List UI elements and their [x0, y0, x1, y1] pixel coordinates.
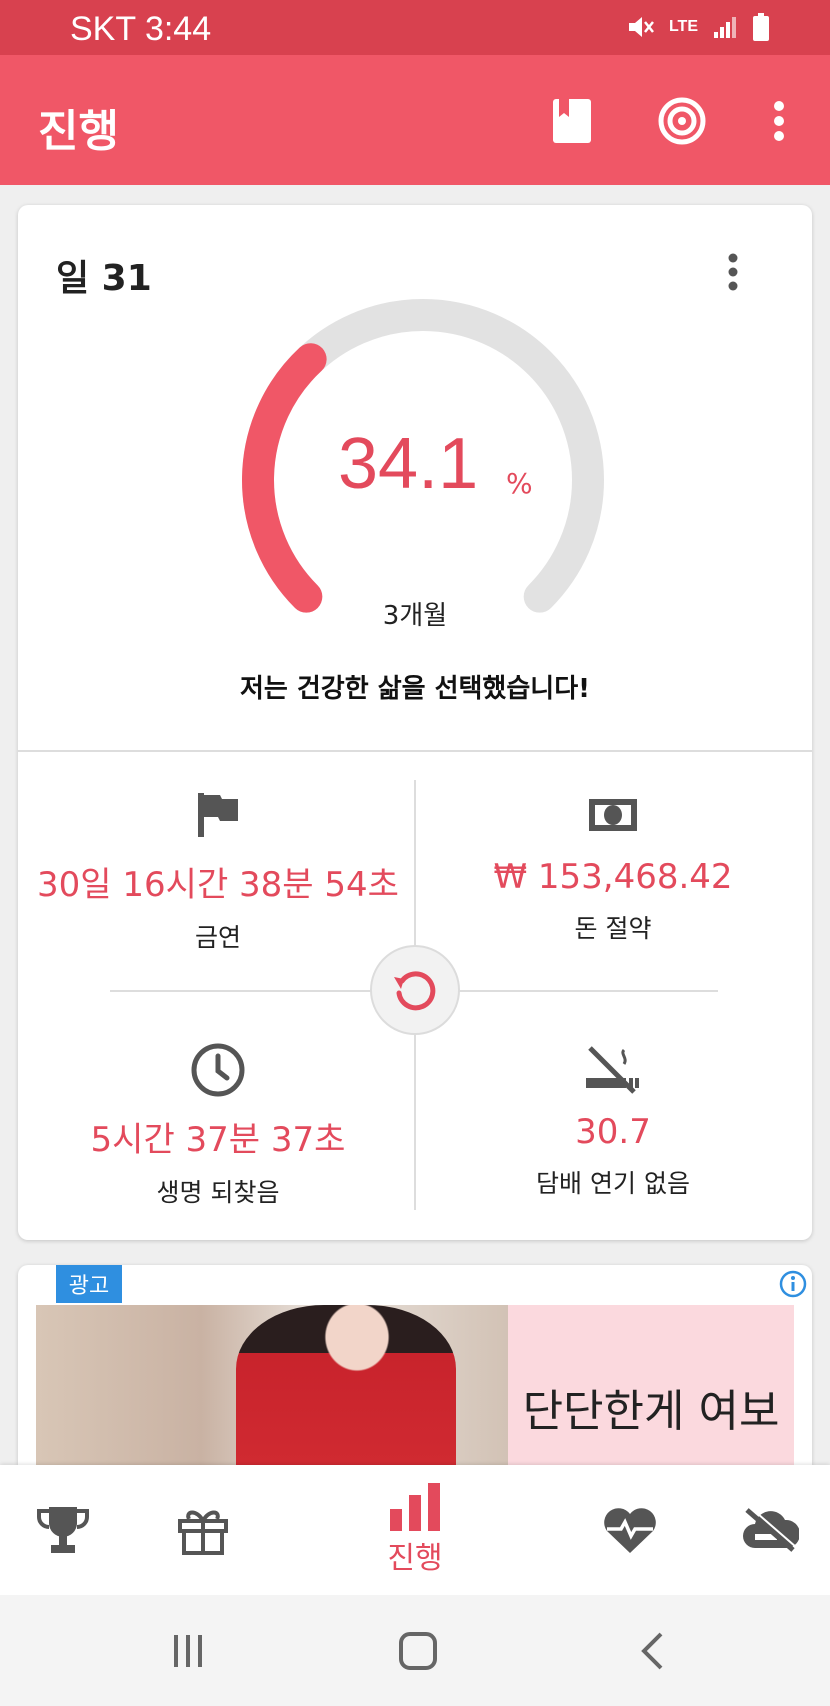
bar-chart-icon — [390, 1483, 440, 1531]
stat-label: 금연 — [194, 923, 241, 952]
clock-icon — [191, 1043, 245, 1097]
stat-quit-time: 30일 16시간 38분 54초 금연 — [28, 785, 408, 954]
system-icons: LTE — [625, 12, 770, 42]
no-smoking-icon — [586, 1046, 639, 1094]
stat-label: 생명 되찾음 — [156, 1178, 280, 1207]
back-button[interactable] — [622, 1623, 682, 1679]
motto-text: 저는 건강한 삶을 선택했습니다! — [240, 674, 590, 704]
gauge-fill — [242, 343, 327, 613]
nav-progress-label: 진행 — [387, 1541, 443, 1576]
stat-not-smoked: 30.7 담배 연기 없음 — [423, 1040, 803, 1200]
nav-rewards[interactable] — [168, 1465, 238, 1595]
recent-apps-button[interactable] — [158, 1623, 218, 1679]
nav-cravings[interactable] — [735, 1465, 805, 1595]
recents-icon — [174, 1635, 202, 1667]
target-icon — [658, 97, 706, 145]
back-icon — [641, 1632, 663, 1670]
book-icon — [553, 99, 591, 143]
day-count: 일 31 — [56, 258, 152, 299]
goal-button[interactable] — [655, 94, 709, 148]
more-vert-icon — [728, 253, 738, 291]
ad-badge: 광고 — [56, 1265, 122, 1303]
stat-value: ₩ 153,468.42 — [493, 857, 733, 897]
home-button[interactable] — [388, 1623, 448, 1679]
gift-icon — [178, 1510, 228, 1555]
goal-label: 3개월 — [382, 601, 448, 631]
stat-money-saved: ₩ 153,468.42 돈 절약 — [423, 785, 803, 945]
stat-value: 30일 16시간 38분 54초 — [37, 865, 399, 905]
overflow-menu-button[interactable] — [752, 94, 806, 148]
stat-label: 돈 절약 — [574, 914, 652, 943]
ad-banner[interactable]: 광고 단단한게 여보 — [18, 1265, 812, 1465]
battery-icon — [753, 13, 769, 41]
no-smoke-cloud-icon — [743, 1506, 799, 1552]
signal-icon — [714, 17, 736, 38]
nav-achievements[interactable] — [28, 1465, 98, 1595]
carrier-time: SKT 3:44 — [70, 10, 212, 48]
system-nav-bar — [0, 1595, 830, 1706]
more-vert-icon — [774, 101, 784, 141]
bottom-nav: 진행 — [0, 1465, 830, 1595]
stat-label: 담배 연기 없음 — [536, 1169, 690, 1198]
progress-percent: 34.1 — [338, 424, 479, 504]
home-icon — [399, 1632, 437, 1670]
money-icon — [589, 799, 637, 831]
info-icon[interactable] — [778, 1269, 808, 1299]
trophy-icon — [37, 1507, 89, 1553]
ad-text-panel: 단단한게 여보 — [508, 1305, 794, 1465]
journal-button[interactable] — [545, 94, 599, 148]
stat-value: 5시간 37분 37초 — [90, 1120, 346, 1160]
ad-image — [36, 1305, 508, 1465]
reset-button[interactable] — [370, 945, 460, 1035]
status-bar: SKT 3:44 LTE — [0, 0, 830, 55]
flag-icon — [198, 793, 238, 837]
divider — [18, 750, 812, 752]
stat-life-regained: 5시간 37분 37초 생명 되찾음 — [28, 1040, 408, 1209]
stat-value: 30.7 — [575, 1112, 651, 1152]
card-menu-button[interactable] — [718, 247, 748, 297]
heart-pulse-icon — [604, 1508, 656, 1553]
page-title: 진행 — [38, 106, 119, 157]
lte-indicator: LTE — [668, 18, 698, 35]
mute-icon — [628, 17, 654, 37]
percent-unit: % — [506, 467, 533, 500]
nav-health[interactable] — [595, 1465, 665, 1595]
nav-progress[interactable]: 진행 — [375, 1465, 455, 1595]
app-bar: 진행 — [0, 55, 830, 185]
ad-photo-figure — [236, 1305, 456, 1465]
ad-text: 단단한게 여보 — [522, 1386, 780, 1437]
progress-card: 일 31 34.1 % 3개월 저는 건강한 삶을 선택했습니다! 30일 16… — [18, 205, 812, 1240]
refresh-icon — [394, 971, 436, 1011]
